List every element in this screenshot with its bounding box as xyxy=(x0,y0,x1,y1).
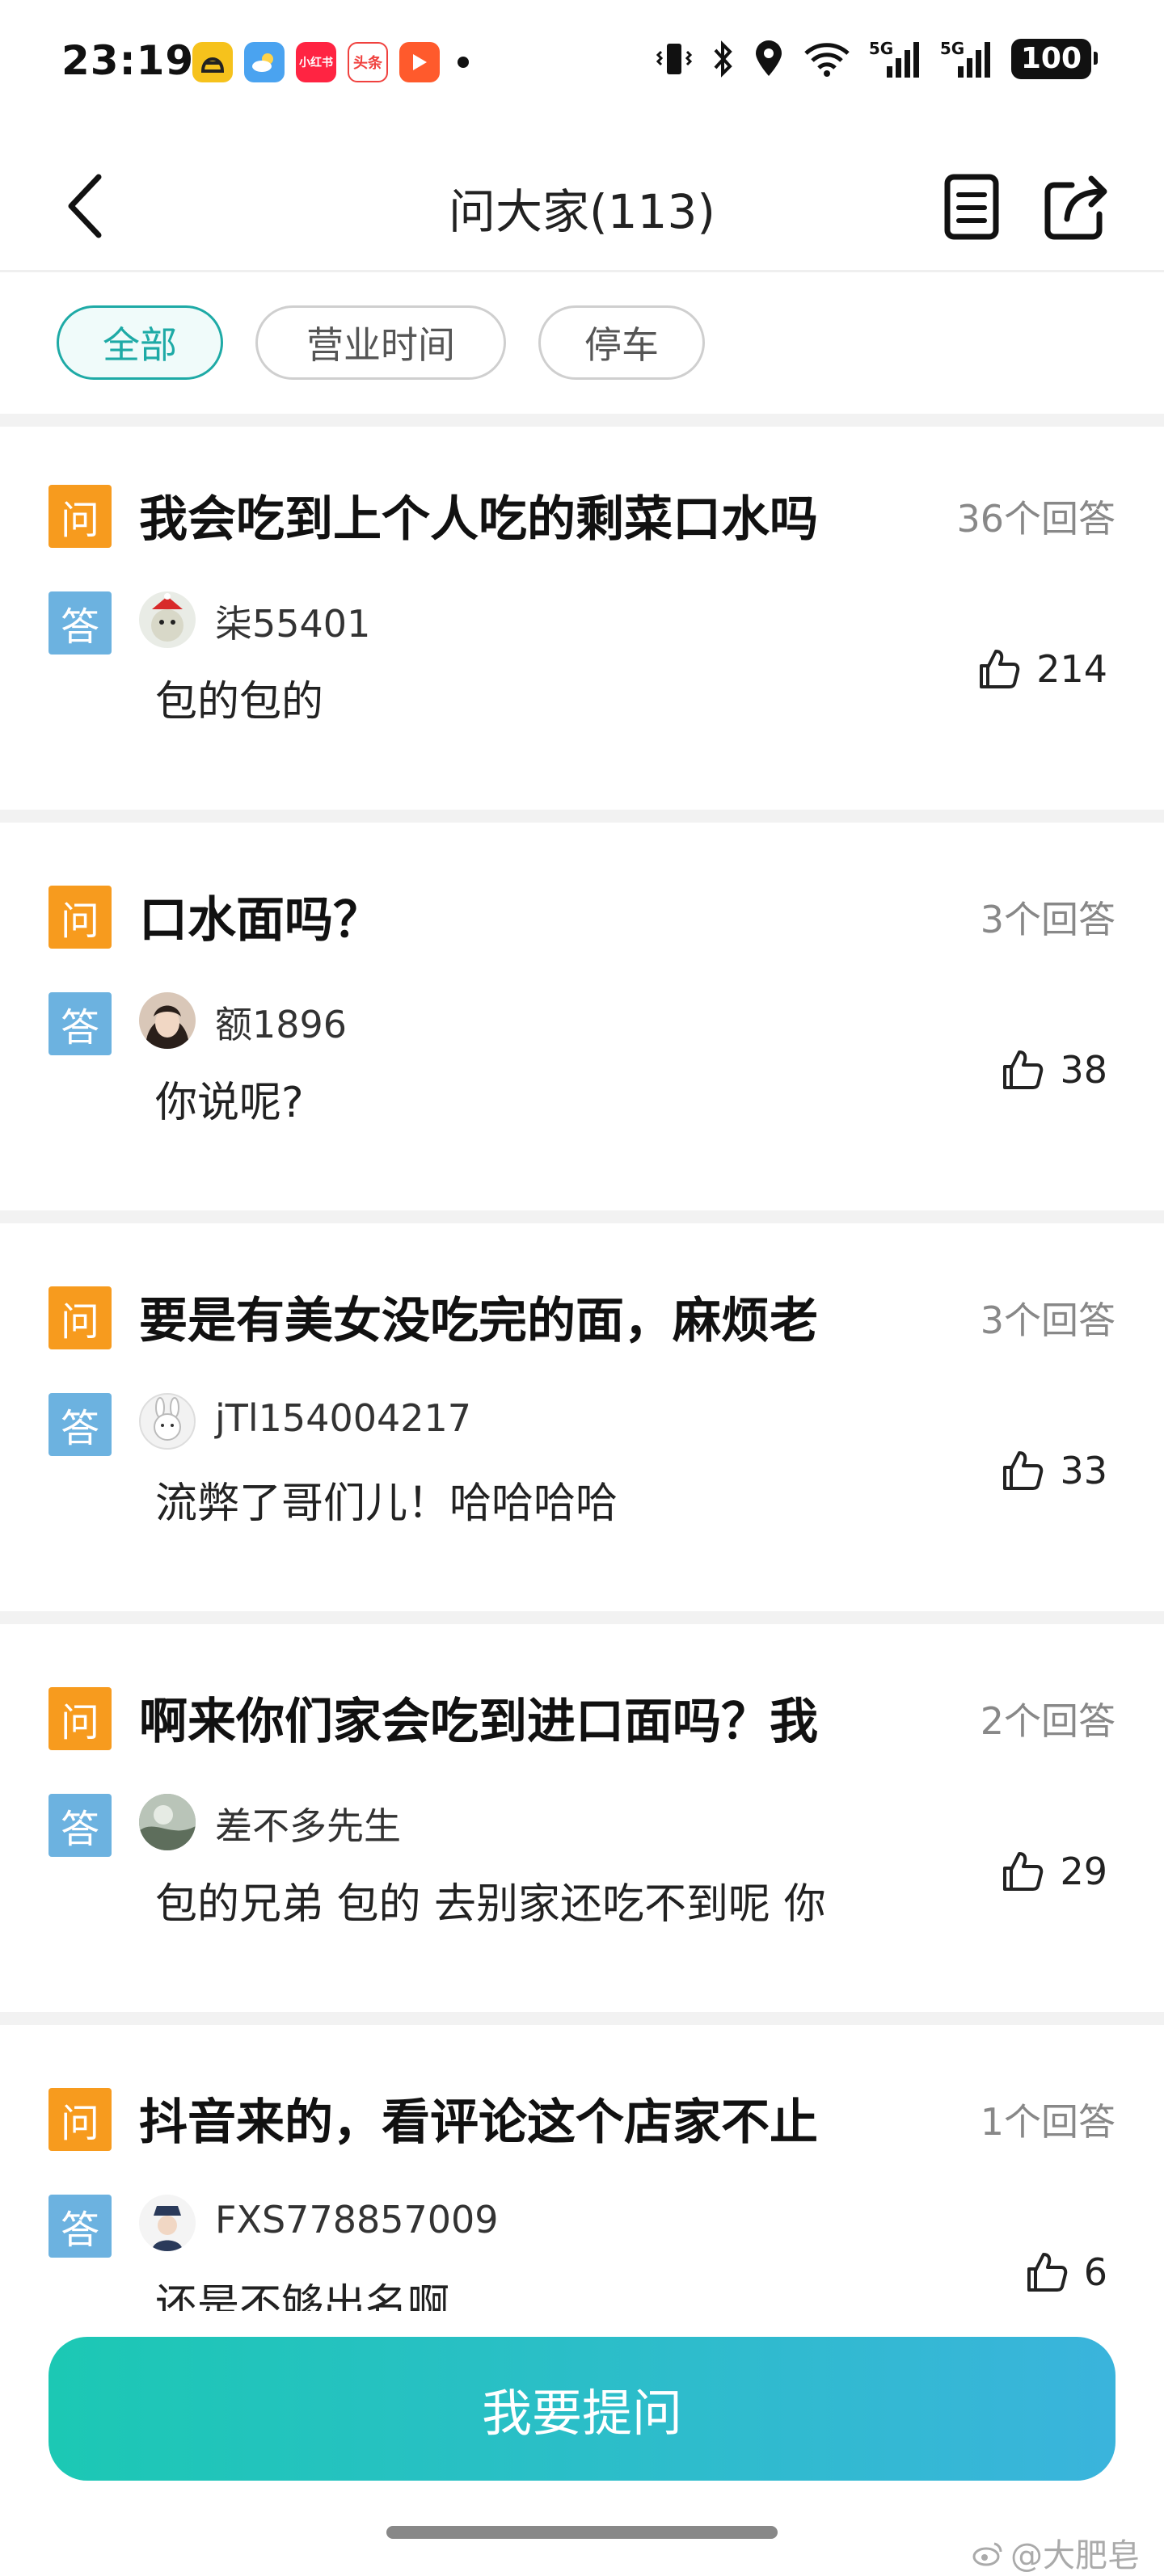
thumbs-up-icon xyxy=(1003,1451,1044,1490)
avatar[interactable] xyxy=(139,2195,196,2251)
answer-text[interactable]: 包的兄弟 包的 去别家还吃不到呢 你 xyxy=(155,1870,915,1930)
filter-chip-business-hours[interactable]: 营业时间 xyxy=(255,305,506,380)
answer-count: 3个回答 xyxy=(980,1299,1116,1342)
signal-2: 5G xyxy=(940,39,993,79)
signal-1: 5G xyxy=(869,39,922,79)
section-divider xyxy=(0,2012,1164,2025)
answer-text[interactable]: 流弊了哥们儿！哈哈哈哈 xyxy=(155,1469,915,1530)
answer-badge: 答 xyxy=(48,2195,112,2258)
status-time: 23:19 xyxy=(61,37,195,84)
watermark-text: @大肥皂 xyxy=(1010,2537,1140,2574)
system-icons: 5G 5G 100 xyxy=(656,39,1099,79)
qa-item[interactable]: 问 口水面吗？ 3个回答 答 额1896 你说呢? 38 xyxy=(0,823,1164,1210)
answer-count: 2个回答 xyxy=(980,1699,1116,1743)
ask-question-button[interactable]: 我要提问 xyxy=(48,2337,1116,2481)
like-count: 214 xyxy=(1036,647,1107,691)
xiaohongshu-app-icon: 小红书 xyxy=(296,42,336,82)
notification-icons: 小红书 头条 xyxy=(192,42,469,82)
question-badge: 问 xyxy=(48,1687,112,1750)
video-app-icon xyxy=(399,42,440,82)
answer-badge: 答 xyxy=(48,1393,112,1456)
thumbs-up-icon xyxy=(1003,1050,1044,1089)
question-badge: 问 xyxy=(48,886,112,949)
like-count: 6 xyxy=(1083,2250,1107,2294)
section-divider xyxy=(0,1210,1164,1223)
question-title[interactable]: 抖音来的，看评论这个店家不止 xyxy=(139,2083,883,2153)
gaode-app-icon xyxy=(192,42,233,82)
answer-count: 1个回答 xyxy=(980,2100,1116,2144)
like-count: 29 xyxy=(1060,1850,1107,1893)
answer-badge: 答 xyxy=(48,992,112,1055)
status-bar: 23:19 小红书 头条 5G 5G 100 xyxy=(0,0,1164,129)
username[interactable]: 柒55401 xyxy=(215,595,370,648)
vibrate-icon xyxy=(656,44,692,74)
document-list-icon xyxy=(944,174,999,240)
bluetooth-icon xyxy=(714,40,732,78)
question-badge: 问 xyxy=(48,485,112,548)
like-button[interactable]: 33 xyxy=(1000,1448,1107,1493)
username[interactable]: jTl154004217 xyxy=(215,1396,471,1440)
question-title[interactable]: 要是有美女没吃完的面，麻烦老 xyxy=(139,1282,883,1352)
username[interactable]: 额1896 xyxy=(215,995,347,1049)
weibo-icon xyxy=(972,2542,1002,2566)
location-icon xyxy=(755,40,782,76)
nav-divider xyxy=(0,270,1164,272)
nav-bar: 问大家(113) xyxy=(0,141,1164,271)
answer-badge: 答 xyxy=(48,591,112,655)
answer-badge: 答 xyxy=(48,1794,112,1857)
answer-text[interactable]: 你说呢? xyxy=(155,1068,915,1129)
avatar[interactable] xyxy=(139,1794,196,1850)
avatar[interactable] xyxy=(139,591,196,648)
qa-item[interactable]: 问 啊来你们家会吃到进口面吗？我 2个回答 答 差不多先生 包的兄弟 包的 去别… xyxy=(0,1624,1164,2012)
answer-count: 36个回答 xyxy=(956,497,1116,541)
weather-app-icon xyxy=(244,42,285,82)
like-button[interactable]: 38 xyxy=(1000,1047,1107,1092)
filter-chip-all[interactable]: 全部 xyxy=(57,305,223,380)
question-badge: 问 xyxy=(48,1286,112,1349)
network-type-label: 5G xyxy=(868,39,894,58)
username[interactable]: FXS778857009 xyxy=(215,2198,499,2241)
share-button[interactable] xyxy=(1040,166,1112,246)
watermark: @大肥皂 xyxy=(972,2529,1140,2576)
thumbs-up-icon xyxy=(1003,1852,1044,1891)
answer-text[interactable]: 包的包的 xyxy=(155,667,915,728)
like-button[interactable]: 214 xyxy=(976,646,1107,692)
like-button[interactable]: 6 xyxy=(1024,2250,1107,2295)
question-title[interactable]: 我会吃到上个人吃的剩菜口水吗 xyxy=(139,480,883,550)
bottom-action-bar: 我要提问 @大肥皂 xyxy=(0,2311,1164,2574)
filter-chip-parking[interactable]: 停车 xyxy=(538,305,705,380)
qa-item[interactable]: 问 我会吃到上个人吃的剩菜口水吗 36个回答 答 柒55401 包的包的 214 xyxy=(0,422,1164,810)
question-title[interactable]: 口水面吗？ xyxy=(139,881,883,951)
answer-count: 3个回答 xyxy=(980,898,1116,941)
qa-item[interactable]: 问 要是有美女没吃完的面，麻烦老 3个回答 答 jTl154004217 流弊了… xyxy=(0,1223,1164,1611)
thumbs-up-icon xyxy=(1027,2253,1067,2292)
like-count: 38 xyxy=(1060,1048,1107,1092)
avatar[interactable] xyxy=(139,1393,196,1450)
list-button[interactable] xyxy=(939,166,1004,246)
battery-indicator: 100 xyxy=(1010,39,1099,79)
filter-tabs: 全部 营业时间 停车 xyxy=(57,305,705,380)
toutiao-app-icon: 头条 xyxy=(348,42,388,82)
share-icon xyxy=(1044,175,1107,240)
question-title[interactable]: 啊来你们家会吃到进口面吗？我 xyxy=(139,1682,883,1753)
more-notifications-dot xyxy=(458,57,469,68)
section-divider xyxy=(0,810,1164,823)
wifi-icon xyxy=(804,43,850,77)
section-divider xyxy=(0,1611,1164,1624)
avatar[interactable] xyxy=(139,992,196,1049)
username[interactable]: 差不多先生 xyxy=(215,1797,401,1850)
question-badge: 问 xyxy=(48,2088,112,2151)
like-count: 33 xyxy=(1060,1449,1107,1492)
thumbs-up-icon xyxy=(980,650,1020,688)
home-indicator[interactable] xyxy=(386,2526,778,2539)
like-button[interactable]: 29 xyxy=(1000,1849,1107,1894)
network-type-label: 5G xyxy=(939,39,965,58)
